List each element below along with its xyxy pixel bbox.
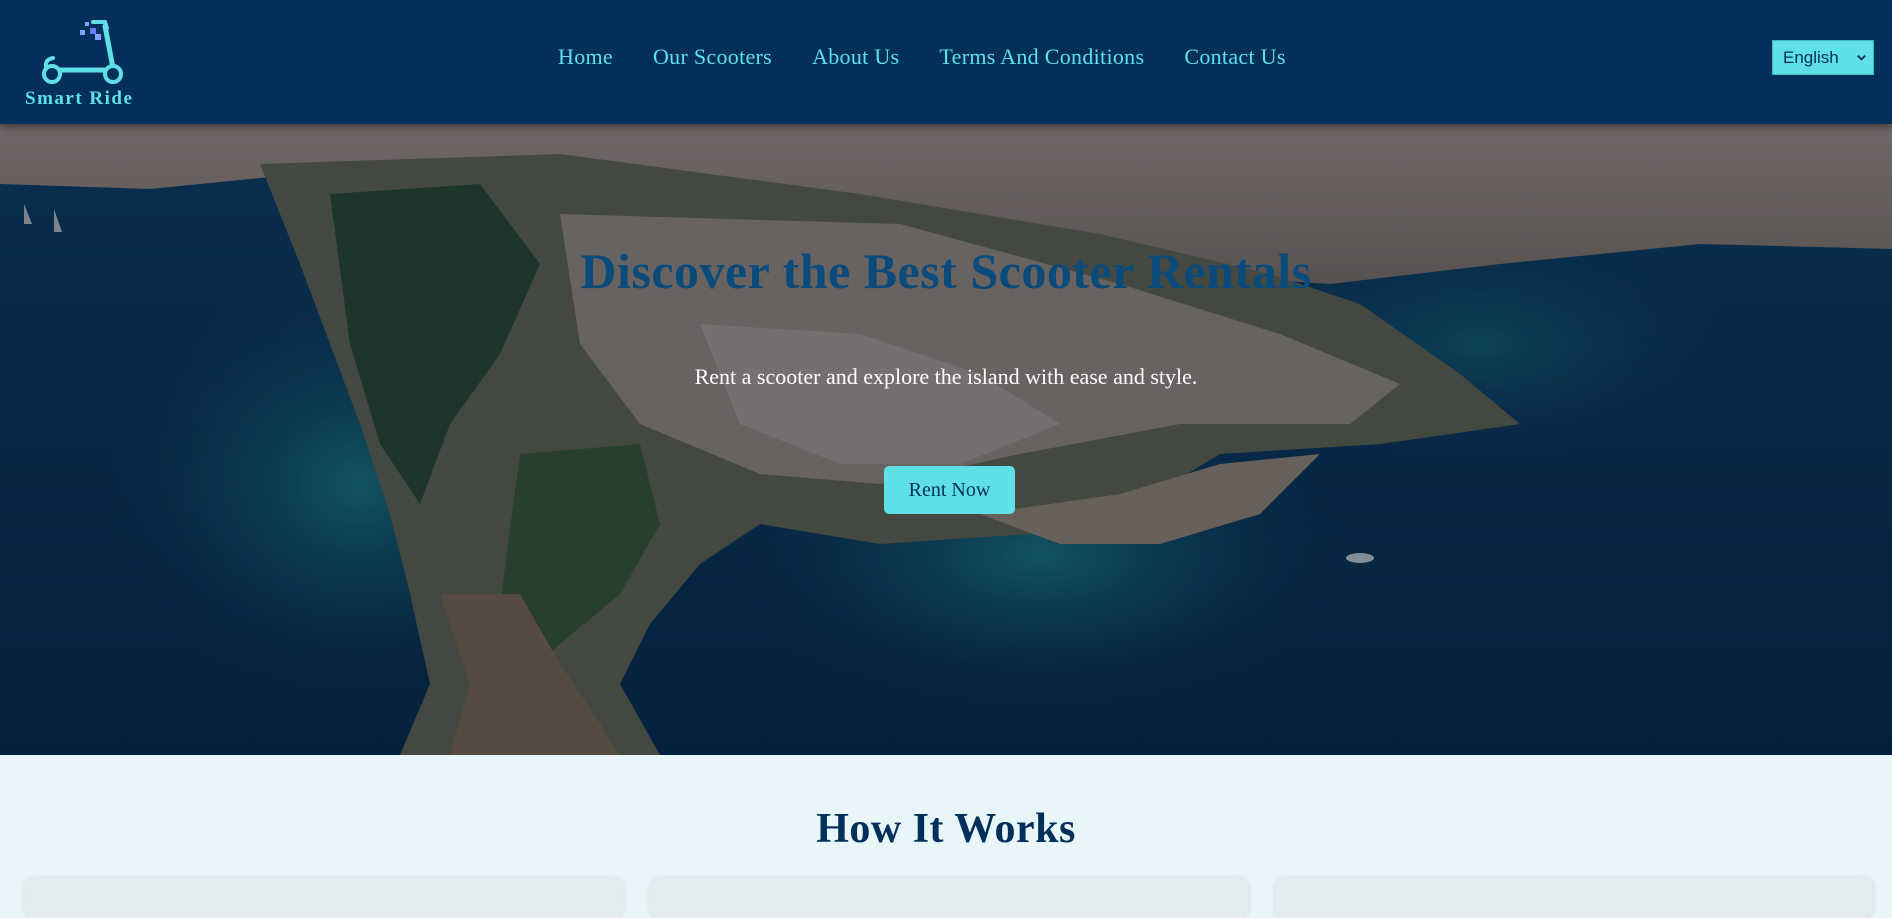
- chevron-down-icon: [1857, 55, 1866, 61]
- nav-our-scooters[interactable]: Our Scooters: [653, 44, 772, 70]
- how-step-card: [25, 878, 623, 918]
- nav-about-us[interactable]: About Us: [812, 44, 899, 70]
- nav-terms-and-conditions[interactable]: Terms And Conditions: [939, 44, 1144, 70]
- how-step-card: [1275, 878, 1873, 918]
- how-it-works-section: How It Works: [0, 755, 1892, 918]
- logo-text: Smart Ride: [25, 88, 134, 109]
- how-step-card: [650, 878, 1248, 918]
- nav-contact-us[interactable]: Contact Us: [1184, 44, 1285, 70]
- how-it-works-title: How It Works: [816, 806, 1076, 852]
- rent-now-button[interactable]: Rent Now: [884, 466, 1015, 514]
- hero-section: Discover the Best Scooter Rentals Rent a…: [0, 124, 1892, 755]
- language-selected-value: English: [1783, 47, 1839, 67]
- hero-subtitle: Rent a scooter and explore the island wi…: [694, 364, 1198, 389]
- hero-overlay: [0, 124, 1892, 755]
- nav-home[interactable]: Home: [558, 44, 613, 70]
- logo-link[interactable]: Smart Ride: [18, 18, 142, 114]
- hero-title: Discover the Best Scooter Rentals: [580, 243, 1312, 299]
- scooter-logo-icon: [42, 20, 123, 84]
- language-select[interactable]: English: [1772, 40, 1874, 75]
- site-header: Smart Ride Home Our Scooters About Us Te…: [0, 0, 1892, 124]
- main-nav: Home Our Scooters About Us Terms And Con…: [0, 0, 1892, 116]
